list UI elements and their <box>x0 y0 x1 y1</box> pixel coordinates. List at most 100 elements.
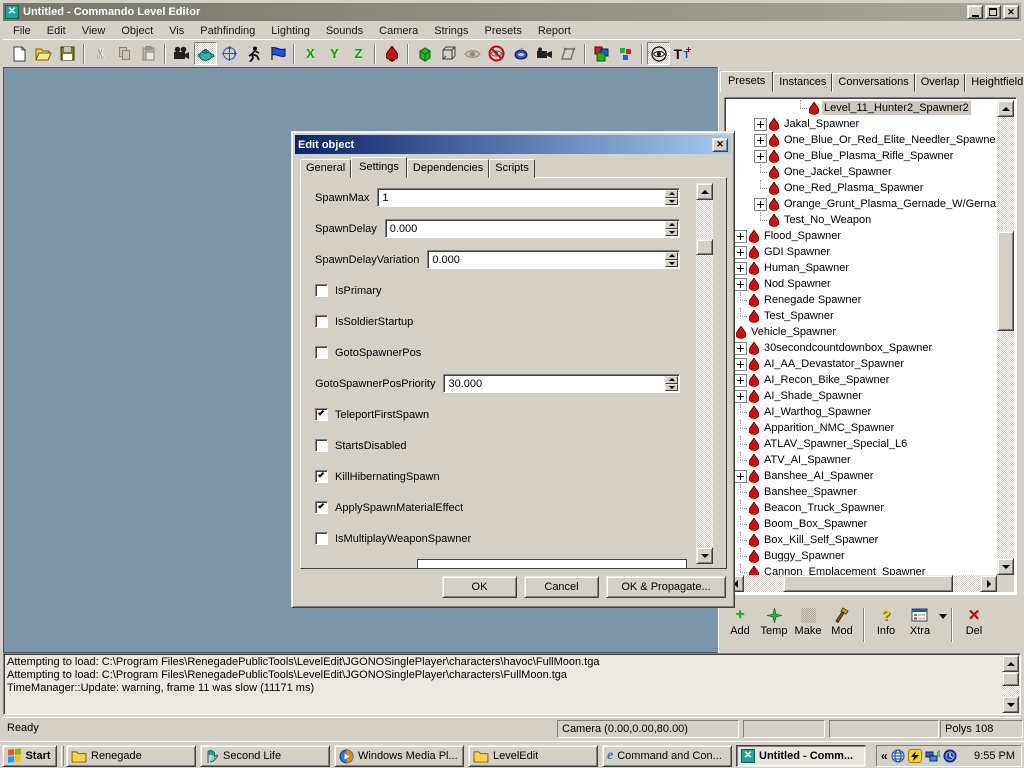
menu-item[interactable]: View <box>74 23 114 39</box>
scroll-down-button[interactable] <box>997 558 1014 575</box>
expand-icon[interactable] <box>734 342 747 355</box>
solid-cube-button[interactable] <box>413 42 436 65</box>
xtra-dropdown-icon[interactable] <box>939 614 947 623</box>
tree-item[interactable]: Human_Spawner <box>727 260 997 276</box>
info-button[interactable]: ? Info <box>869 606 903 637</box>
del-button[interactable]: ✕ Del <box>957 606 991 637</box>
xtra-button[interactable]: Xtra <box>903 606 937 637</box>
spinner[interactable] <box>665 376 678 391</box>
mod-button[interactable]: Mod <box>825 606 859 637</box>
tree-item[interactable]: AI_Shade_Spawner <box>727 388 997 404</box>
dialog-close-button[interactable]: ✕ <box>712 138 728 152</box>
expand-icon[interactable] <box>754 118 767 131</box>
text-tool-button[interactable]: T T <box>671 42 694 65</box>
task-untitled-commando[interactable]: ✕ Untitled - Comm... <box>736 745 866 767</box>
tree-item[interactable]: AI_Recon_Bike_Spawner <box>727 372 997 388</box>
expand-icon[interactable] <box>734 246 747 259</box>
expand-icon[interactable] <box>734 358 747 371</box>
checkbox[interactable] <box>315 439 328 452</box>
checkbox[interactable] <box>315 284 328 297</box>
task-command-and-conquer[interactable]: e Command and Con... <box>602 745 732 767</box>
maximize-button[interactable] <box>985 5 1001 19</box>
axis-x-button[interactable]: X <box>299 42 322 65</box>
start-button[interactable]: Start <box>2 745 57 767</box>
tree-item[interactable]: Buggy_Spawner <box>727 548 997 564</box>
tree-item[interactable]: Orange_Grunt_Plasma_Gernade_W/Gerna <box>727 196 997 212</box>
object-mode-button[interactable] <box>194 42 217 65</box>
titlebar[interactable]: ✕ Untitled - Commando Level Editor ✕ <box>3 3 1021 21</box>
expand-icon[interactable] <box>734 374 747 387</box>
scroll-up-button[interactable] <box>696 183 713 200</box>
dialog-tab[interactable]: Settings <box>351 157 407 178</box>
scroll-thumb[interactable] <box>696 239 713 255</box>
expand-icon[interactable] <box>734 230 747 243</box>
expand-icon[interactable] <box>734 390 747 403</box>
tree-item[interactable]: Test_Spawner <box>727 308 997 324</box>
tree-item[interactable]: AI_AA_Devastator_Spawner <box>727 356 997 372</box>
expand-icon[interactable] <box>734 278 747 291</box>
checkbox[interactable] <box>315 346 328 359</box>
clock-text[interactable]: 9:55 PM <box>974 750 1017 762</box>
checkbox[interactable] <box>315 315 328 328</box>
scroll-up-button[interactable] <box>997 100 1014 117</box>
scroll-down-button[interactable] <box>1002 696 1019 713</box>
menu-item[interactable]: Sounds <box>318 23 371 39</box>
show-object-button[interactable] <box>461 42 484 65</box>
rgb-cubes-button[interactable] <box>590 42 613 65</box>
waypath-button[interactable] <box>266 42 289 65</box>
save-button[interactable] <box>56 42 79 65</box>
panel-tab[interactable]: Presets <box>720 71 773 92</box>
panel-tab[interactable]: Instances <box>773 73 832 92</box>
scroll-thumb[interactable] <box>783 575 953 592</box>
axis-y-button[interactable]: Y <box>323 42 346 65</box>
checkbox[interactable] <box>315 470 328 483</box>
spinner[interactable] <box>665 221 678 236</box>
task-renegade[interactable]: Renegade <box>66 745 196 767</box>
tree-vscrollbar[interactable] <box>997 100 1014 575</box>
minimize-button[interactable] <box>967 5 983 19</box>
panel-tab[interactable]: Conversations <box>832 73 914 92</box>
dialog-button[interactable]: OK & Propagate... <box>606 576 726 598</box>
menu-item[interactable]: Lighting <box>263 23 318 39</box>
expand-icon[interactable] <box>754 198 767 211</box>
value-input[interactable]: 0.000 <box>427 250 680 269</box>
tree-item[interactable]: Renegade Spawner <box>727 292 997 308</box>
tree-item[interactable]: Jakal_Spawner <box>727 116 997 132</box>
menu-item[interactable]: Report <box>530 23 579 39</box>
tree-item[interactable]: ATLAV_Spawner_Special_L6 <box>727 436 997 452</box>
clipped-field[interactable] <box>417 559 687 568</box>
checkbox[interactable] <box>315 408 328 421</box>
scroll-thumb[interactable] <box>1002 672 1019 686</box>
dialog-tab[interactable]: Dependencies <box>407 159 489 178</box>
copy-button[interactable] <box>113 42 136 65</box>
checkbox[interactable] <box>315 501 328 514</box>
cut-button[interactable]: ✂ <box>89 42 112 65</box>
expand-icon[interactable] <box>754 150 767 163</box>
gizmo-button[interactable] <box>218 42 241 65</box>
close-button[interactable]: ✕ <box>1003 5 1019 19</box>
clock-tray-icon[interactable] <box>943 749 957 763</box>
tree-hscrollbar[interactable] <box>727 575 997 592</box>
scroll-thumb[interactable] <box>997 231 1014 331</box>
network-tray-icon[interactable] <box>925 750 940 763</box>
dialog-button[interactable]: Cancel <box>524 576 599 598</box>
dialog-button[interactable]: OK <box>442 576 517 598</box>
tree-item[interactable]: 30secondcountdownbox_Spawner <box>727 340 997 356</box>
spawner-drop-button[interactable] <box>380 42 403 65</box>
alert-tray-icon[interactable] <box>908 749 922 763</box>
tree-item[interactable]: One_Jackel_Spawner <box>727 164 997 180</box>
dialog-tab[interactable]: General <box>300 159 351 178</box>
globe-tray-icon[interactable] <box>891 749 905 763</box>
walkthrough-button[interactable] <box>242 42 265 65</box>
add-button[interactable]: + Add <box>723 606 757 637</box>
expand-icon[interactable] <box>734 470 747 483</box>
lamp-button[interactable] <box>509 42 532 65</box>
tree-item[interactable]: One_Red_Plasma_Spawner <box>727 180 997 196</box>
menu-item[interactable]: Strings <box>426 23 476 39</box>
task-second-life[interactable]: Second Life <box>200 745 330 767</box>
scroll-up-button[interactable] <box>1002 655 1019 672</box>
tree-item[interactable]: Banshee_Spawner <box>727 484 997 500</box>
dialog-titlebar[interactable]: Edit object ✕ <box>295 135 731 154</box>
tree-item[interactable]: One_Blue_Or_Red_Elite_Needler_Spawne <box>727 132 997 148</box>
paste-button[interactable] <box>137 42 160 65</box>
